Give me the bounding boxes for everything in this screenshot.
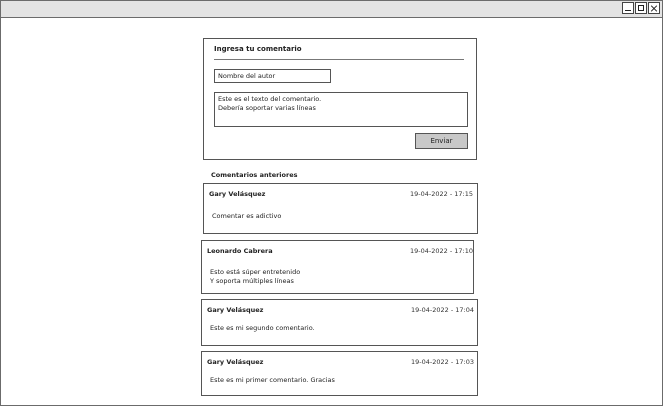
form-title: Ingresa tu comentario xyxy=(214,45,302,53)
window-controls xyxy=(622,2,660,14)
comments-heading: Comentarios anteriores xyxy=(211,171,298,179)
main-content: Ingresa tu comentario Nombre del autor E… xyxy=(1,18,662,405)
comment-textarea[interactable]: Este es el texto del comentario. Debería… xyxy=(214,92,468,127)
comment-author: Gary Velásquez xyxy=(207,358,264,366)
comment-card: Gary Velásquez 19-04-2022 - 17:03 Este e… xyxy=(201,351,478,396)
comment-card: Gary Velásquez 19-04-2022 - 17:04 Este e… xyxy=(201,299,478,346)
comment-form: Ingresa tu comentario Nombre del autor E… xyxy=(203,38,477,160)
comment-text: Este es mi segundo comentario. xyxy=(210,324,315,332)
comment-text: Este es mi primer comentario. Gracias xyxy=(210,376,335,384)
form-divider xyxy=(214,59,464,60)
send-button[interactable]: Enviar xyxy=(415,133,468,149)
comment-date: 19-04-2022 - 17:10 xyxy=(410,247,473,255)
comment-card: Gary Velásquez 19-04-2022 - 17:15 Coment… xyxy=(203,183,478,234)
comment-text: Comentar es adictivo xyxy=(212,212,282,220)
comment-author: Leonardo Cabrera xyxy=(207,247,273,255)
app-window: Ingresa tu comentario Nombre del autor E… xyxy=(0,0,663,406)
minimize-icon[interactable] xyxy=(622,2,634,14)
title-bar xyxy=(1,1,662,18)
comment-text: Esto está súper entretenido Y soporta mú… xyxy=(210,268,301,285)
comment-date: 19-04-2022 - 17:15 xyxy=(410,190,473,198)
comment-date: 19-04-2022 - 17:03 xyxy=(411,358,474,366)
comment-author: Gary Velásquez xyxy=(209,190,266,198)
close-icon[interactable] xyxy=(648,2,660,14)
author-input[interactable]: Nombre del autor xyxy=(214,69,331,83)
comment-card: Leonardo Cabrera 19-04-2022 - 17:10 Esto… xyxy=(201,240,474,294)
comment-date: 19-04-2022 - 17:04 xyxy=(411,306,474,314)
maximize-icon[interactable] xyxy=(635,2,647,14)
comment-author: Gary Velásquez xyxy=(207,306,264,314)
